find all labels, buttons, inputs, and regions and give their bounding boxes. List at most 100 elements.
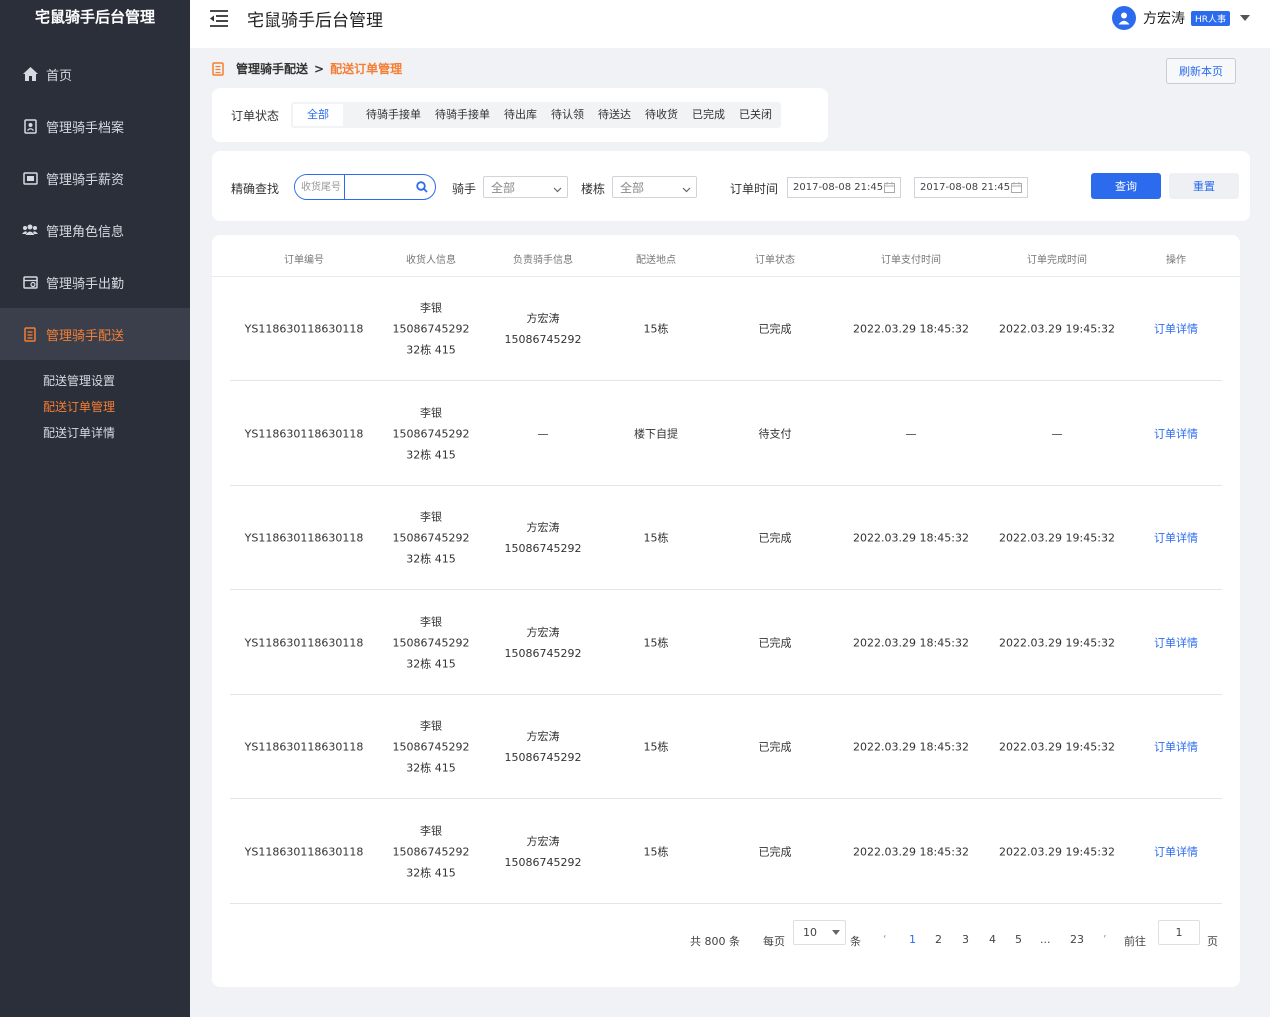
sidebar-subnav: 配送管理设置 配送订单管理 配送订单详情 — [0, 360, 190, 446]
receiver-cell: 李银 15086745292 32栋 415 — [393, 820, 470, 883]
sidebar-subitem-order-detail[interactable]: 配送订单详情 — [0, 420, 190, 446]
status-cell: 待支付 — [759, 423, 792, 444]
done-time: 2022.03.29 19:45:32 — [999, 531, 1115, 545]
order-detail-link[interactable]: 订单详情 — [1154, 841, 1198, 862]
avatar[interactable] — [1111, 6, 1136, 30]
col-location: 配送地点 — [636, 255, 676, 266]
page-ellipsis: ... — [1040, 933, 1051, 946]
sidebar-item-attendance[interactable]: 管理骑手出勤 — [0, 256, 190, 308]
table-row: YS118630118630118 李银 15086745292 32栋 415 方宏涛… — [230, 800, 1222, 904]
order-detail-link[interactable]: 订单详情 — [1154, 319, 1198, 340]
search-icon[interactable] — [415, 180, 429, 194]
table-row: YS118630118630118 李银 15086745292 32栋 415 — 楼下… — [230, 382, 1222, 486]
chevron-down-icon — [553, 183, 562, 197]
next-page-button[interactable]: ’ — [1103, 933, 1107, 946]
order-time-label: 订单时间 — [730, 182, 779, 196]
document-icon — [22, 326, 38, 342]
order-detail-link[interactable]: 订单详情 — [1154, 737, 1198, 758]
location: 15栋 — [643, 531, 669, 545]
rider-select[interactable]: 全部 — [483, 176, 568, 198]
date-end-input[interactable]: 2017-08-08 21:45 — [914, 177, 1028, 198]
sidebar-subitem-settings[interactable]: 配送管理设置 — [0, 368, 190, 394]
per-page-select[interactable]: 10 — [793, 920, 846, 945]
done-time: 2022.03.29 19:45:32 — [999, 322, 1115, 336]
menu-collapse-icon[interactable] — [208, 8, 230, 28]
receiver-name: 李银 — [419, 615, 442, 628]
location: 15栋 — [643, 740, 669, 754]
location: 15栋 — [643, 636, 669, 649]
col-action: 操作 — [1166, 255, 1186, 266]
rider-cell: 方宏涛 15086745292 — [505, 831, 582, 873]
sidebar-item-home[interactable]: 首页 — [0, 48, 190, 100]
location-cell: 15栋 — [644, 841, 669, 862]
tab-pending-delivery[interactable]: 待送达 — [591, 104, 638, 126]
search-input[interactable] — [295, 175, 345, 199]
sidebar-item-profiles[interactable]: 管理骑手档案 — [0, 100, 190, 152]
refresh-button[interactable]: 刷新本页 — [1166, 58, 1236, 84]
reset-button[interactable]: 重置 — [1169, 173, 1239, 199]
receiver-name: 李银 — [419, 719, 442, 733]
page-5[interactable]: 5 — [1015, 933, 1022, 946]
breadcrumb-separator: > — [314, 61, 325, 76]
receiver-phone: 15086745292 — [392, 322, 470, 336]
rider-name: 方宏涛 — [526, 312, 560, 325]
done-time-cell: 2022.03.29 19:45:32 — [999, 841, 1115, 862]
query-button[interactable]: 查询 — [1091, 173, 1161, 199]
goto-page-input[interactable]: 1 — [1158, 920, 1200, 945]
rider-name: 方宏涛 — [526, 834, 560, 848]
page-edge — [1270, 0, 1280, 1017]
col-order-id: 订单编号 — [284, 255, 324, 266]
page-23[interactable]: 23 — [1070, 933, 1084, 946]
building-select[interactable]: 全部 — [612, 176, 697, 198]
done-time: 2022.03.29 19:45:32 — [999, 740, 1115, 754]
receiver-phone: 15086745292 — [392, 845, 470, 858]
tab-completed[interactable]: 已完成 — [685, 104, 732, 126]
action-cell: 订单详情 — [1154, 528, 1198, 549]
page-1[interactable]: 1 — [909, 933, 916, 946]
order-detail-link[interactable]: 订单详情 — [1154, 423, 1198, 444]
sidebar-item-delivery[interactable]: 管理骑手配送 — [0, 308, 190, 360]
tab-pending-accept[interactable]: 待骑手接单 — [359, 104, 428, 126]
goto-label: 前往 — [1124, 935, 1146, 948]
receiver-phone: 15086745292 — [392, 531, 470, 545]
chevron-down-icon[interactable] — [1240, 15, 1250, 21]
rider-cell: 方宏涛 15086745292 — [505, 726, 582, 768]
rider-cell: 方宏涛 15086745292 — [505, 517, 582, 559]
tab-pending-receipt[interactable]: 待收货 — [638, 104, 685, 126]
sidebar-item-label: 管理骑手薪资 — [46, 172, 125, 188]
prev-page-button[interactable]: ‘ — [883, 933, 887, 946]
order-detail-link[interactable]: 订单详情 — [1154, 528, 1198, 549]
pay-time: — — [905, 427, 917, 440]
sidebar-item-label: 管理骑手配送 — [46, 328, 125, 344]
page-2[interactable]: 2 — [935, 933, 942, 946]
table-row: YS118630118630118 李银 15086745292 32栋 415 方宏涛… — [230, 277, 1222, 381]
order-detail-link[interactable]: 订单详情 — [1154, 632, 1198, 653]
tab-pending-accept-2[interactable]: 待骑手接单 — [428, 104, 497, 126]
sidebar-item-salary[interactable]: 管理骑手薪资 — [0, 152, 190, 204]
done-time-cell: 2022.03.29 19:45:32 — [999, 737, 1115, 758]
tab-closed[interactable]: 已关闭 — [732, 104, 779, 126]
receiver-addr: 32栋 415 — [406, 657, 456, 670]
tab-pending-outbound[interactable]: 待出库 — [497, 104, 544, 126]
order-id-cell: YS118630118630118 — [245, 528, 364, 549]
date-start-input[interactable]: 2017-08-08 21:45 — [787, 177, 901, 198]
exact-search-label: 精确查找 — [231, 182, 280, 196]
page-3[interactable]: 3 — [962, 933, 969, 946]
sidebar-item-roles[interactable]: 管理角色信息 — [0, 204, 190, 256]
receiver-name: 李银 — [419, 301, 442, 315]
tab-all[interactable]: 全部 — [293, 104, 344, 126]
calendar-icon — [884, 182, 895, 196]
sidebar-subitem-orders[interactable]: 配送订单管理 — [0, 394, 190, 420]
status-filter-card: 订单状态 全部 待骑手接单 待骑手接单 待出库 待认领 待送达 待收货 已完成 … — [212, 88, 828, 142]
action-cell: 订单详情 — [1154, 841, 1198, 862]
tab-pending-claim[interactable]: 待认领 — [544, 104, 591, 126]
status: 已完成 — [758, 322, 792, 336]
receiver-cell: 李银 15086745292 32栋 415 — [393, 611, 470, 674]
user-menu[interactable]: 方宏涛 HR人事 — [1111, 5, 1250, 31]
rider-label: 骑手 — [452, 182, 477, 196]
col-pay-time: 订单支付时间 — [881, 255, 941, 266]
breadcrumb-parent[interactable]: 管理骑手配送 — [236, 60, 308, 77]
receiver-addr: 32栋 415 — [406, 343, 456, 357]
status-cell: 已完成 — [759, 632, 792, 653]
page-4[interactable]: 4 — [989, 933, 996, 946]
